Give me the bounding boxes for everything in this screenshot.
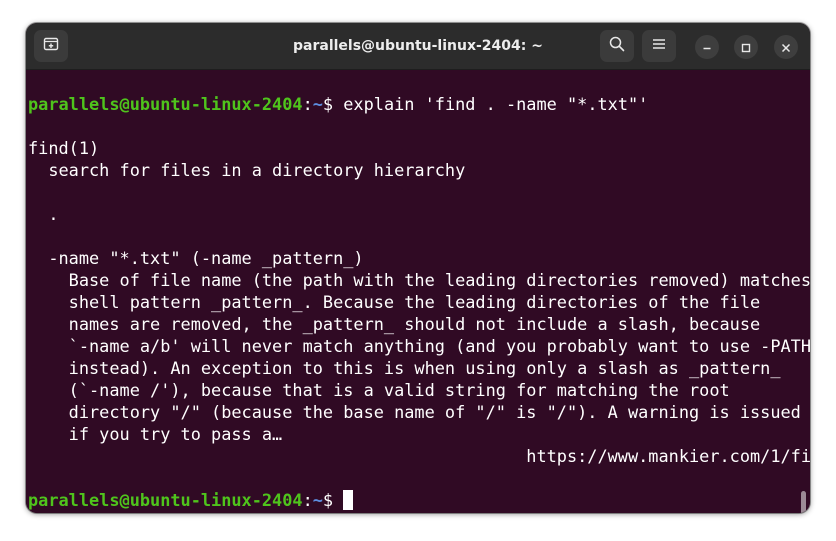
output-line: instead). An exception to this is when u… — [28, 358, 781, 378]
window-title: parallels@ubuntu-linux-2404: ~ — [293, 38, 543, 54]
text-cursor — [343, 490, 354, 510]
terminal-window: parallels@ubuntu-linux-2404: ~ parallels… — [26, 23, 810, 513]
search-icon — [608, 35, 626, 57]
menu-button[interactable] — [642, 30, 676, 62]
close-icon — [781, 38, 791, 57]
output-line: `-name a/b' will never match anything (a… — [28, 336, 810, 356]
output-line: shell pattern _pattern_. Because the lea… — [28, 292, 761, 312]
prompt-user: parallels@ubuntu-linux-2404 — [28, 490, 303, 510]
close-button[interactable] — [774, 35, 798, 59]
new-tab-button[interactable] — [34, 30, 68, 62]
output-line: . — [28, 204, 59, 224]
output-line: search for files in a directory hierarch… — [28, 160, 466, 180]
output-line: find(1) — [28, 138, 100, 158]
maximize-icon — [741, 38, 751, 57]
terminal-output[interactable]: parallels@ubuntu-linux-2404:~$ explain '… — [26, 70, 810, 513]
output-line: (`-name /'), because that is a valid str… — [28, 380, 730, 400]
new-tab-icon — [42, 35, 60, 57]
prompt-separator: : — [302, 94, 313, 114]
prompt-path: ~ — [312, 490, 323, 510]
hamburger-menu-icon — [651, 36, 667, 56]
output-line: -name "*.txt" (-name _pattern_) — [28, 248, 364, 268]
minimize-icon — [702, 38, 712, 57]
output-line: names are removed, the _pattern_ should … — [28, 314, 761, 334]
output-line: if you try to pass a… — [28, 424, 283, 444]
active-prompt-line[interactable]: parallels@ubuntu-linux-2404:~$ — [28, 489, 354, 511]
prompt-separator: : — [302, 490, 313, 510]
prompt-user: parallels@ubuntu-linux-2404 — [28, 94, 303, 114]
minimize-button[interactable] — [695, 35, 719, 59]
url-line: https://www.mankier.com/1/find — [28, 446, 810, 466]
output-line: directory "/" (because the base name of … — [28, 402, 801, 422]
search-button[interactable] — [600, 30, 634, 62]
command-line: parallels@ubuntu-linux-2404:~$ explain '… — [28, 93, 648, 115]
title-bar: parallels@ubuntu-linux-2404: ~ — [26, 23, 810, 70]
scrollbar[interactable] — [801, 491, 806, 513]
maximize-button[interactable] — [734, 35, 758, 59]
prompt-path: ~ — [312, 94, 323, 114]
command-text: explain 'find . -name "*.txt"' — [343, 94, 649, 114]
output-line: Base of file name (the path with the lea… — [28, 270, 810, 290]
prompt-symbol: $ — [322, 490, 344, 510]
prompt-symbol: $ — [322, 94, 344, 114]
